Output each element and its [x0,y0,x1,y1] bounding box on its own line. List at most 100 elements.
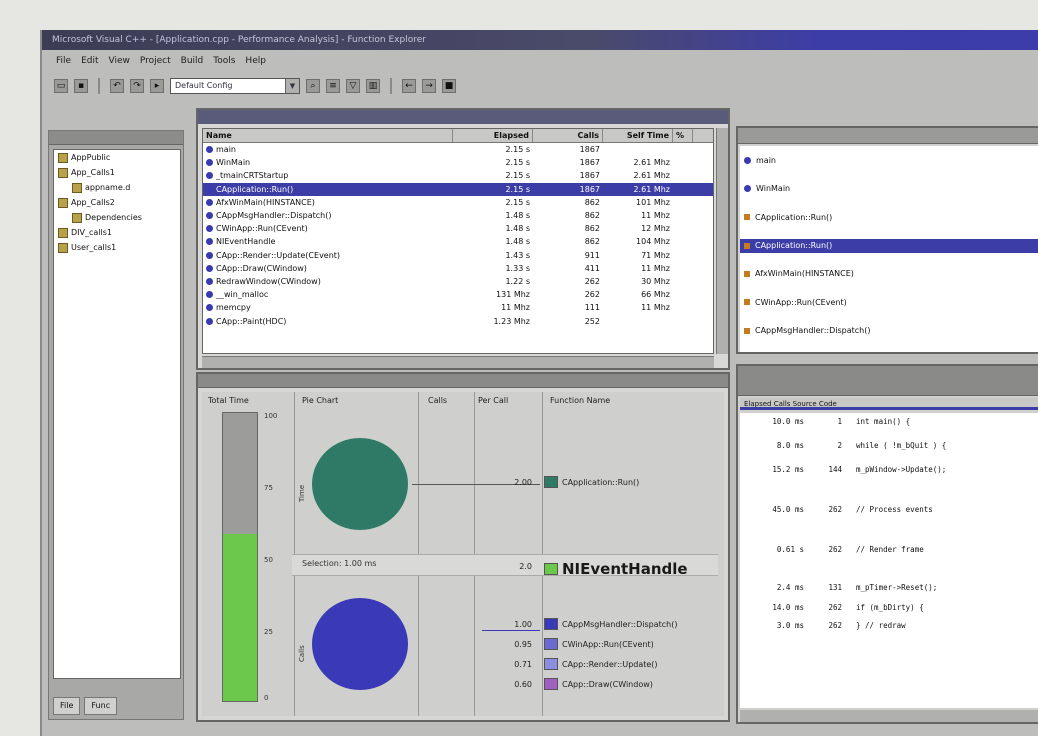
column-header-name[interactable]: Name [203,129,453,142]
table-row[interactable]: CApp::Render::Update(CEvent) 1.43 s 911 71 … [203,249,713,262]
function-icon [206,317,213,325]
column-header-elapsed[interactable]: Elapsed [453,129,533,142]
menu-build[interactable]: Build [181,56,204,66]
time-pie[interactable] [312,438,408,530]
line-elapsed: 10.0 ms [772,417,804,426]
legend-item[interactable]: CAppMsgHandler::Dispatch() [544,618,678,630]
save-icon[interactable]: ▪ [74,79,88,93]
legend-item[interactable]: CApplication::Run() [544,476,639,488]
function-name: CApp::Paint(HDC) [203,317,453,326]
horizontal-scrollbar[interactable] [740,710,1038,722]
find-icon[interactable]: ⌕ [306,79,320,93]
caller-item[interactable]: CWinApp::Run(CEvent) [740,288,1038,317]
source-line[interactable]: 3.0 ms 262 } // redraw [740,621,1038,630]
menu-file[interactable]: File [56,56,71,66]
tree-item[interactable]: DIV_calls1 [54,225,180,240]
caller-item[interactable]: WinMain [740,175,1038,204]
function-elapsed: 1.22 s [505,276,530,286]
redo-icon[interactable]: ↷ [130,79,144,93]
table-row[interactable]: memcpy 11 Mhz 111 11 Mhz [203,301,713,314]
chart-icon[interactable]: ▥ [366,79,380,93]
filter-icon[interactable]: ▽ [346,79,360,93]
menu-project[interactable]: Project [140,56,171,66]
source-line[interactable]: 0.61 s 262 // Render frame [740,545,1038,554]
legend-item[interactable]: CApp::Render::Update() [544,658,658,670]
tab-file[interactable]: File [53,697,81,715]
menu-view[interactable]: View [109,56,130,66]
caller-item[interactable]: CAppMsgHandler::Dispatch() [740,317,1038,346]
table-row[interactable]: AfxWinMain(HINSTANCE) 2.15 s 862 101 Mhz [203,196,713,209]
line-code: m_pWindow->Update(); [856,465,947,474]
horizontal-scrollbar[interactable] [202,356,714,368]
tree-item[interactable]: AppPublic [54,150,180,165]
toolbar-separator [390,78,392,94]
run-icon[interactable]: ▸ [150,79,164,93]
source-line[interactable]: 2.4 ms 131 m_pTimer->Reset(); [740,583,1038,592]
calls-pie[interactable] [312,598,408,690]
line-calls: 1 [837,417,842,426]
bottom-pie-label: Calls [298,645,306,662]
source-line[interactable]: 10.0 ms 1 int main() { [740,417,1038,426]
tab-func[interactable]: Func [84,697,118,715]
legend-value: 1.00 [514,620,532,629]
caller-item[interactable]: AfxWinMain(HINSTANCE) [740,260,1038,289]
table-row[interactable]: CWinApp::Run(CEvent) 1.48 s 862 12 Mhz [203,222,713,235]
function-table-header: Name Elapsed Calls Self Time % [203,129,713,143]
tree-item[interactable]: Dependencies [54,210,180,225]
table-row[interactable]: CApp::Paint(HDC) 1.23 Mhz 252 [203,314,713,327]
function-calls: 1867 [579,158,600,168]
function-self: 2.61 Mhz [633,184,670,194]
sort-icon[interactable]: ≡ [326,79,340,93]
source-line[interactable]: 45.0 ms 262 // Process events [740,505,1038,514]
column-header-pct[interactable]: % [673,129,693,142]
table-row[interactable]: CApp::Draw(CWindow) 1.33 s 411 11 Mhz [203,262,713,275]
caller-icon [744,270,750,277]
table-row[interactable]: _tmainCRTStartup 2.15 s 1867 2.61 Mhz [203,169,713,182]
vertical-scrollbar[interactable] [716,128,728,354]
config-combo[interactable]: Default Config ▼ [170,78,300,94]
stop-icon[interactable]: ■ [442,79,456,93]
tree-item[interactable]: appname.d [54,180,180,195]
legend-item[interactable]: CWinApp::Run(CEvent) [544,638,654,650]
table-row[interactable]: CApplication::Run() 2.15 s 1867 2.61 Mhz [203,182,713,196]
menu-help[interactable]: Help [245,56,266,66]
function-self: 11 Mhz [641,303,670,313]
chevron-down-icon[interactable]: ▼ [285,79,299,93]
legend-item[interactable]: CApp::Draw(CWindow) [544,678,653,690]
function-calls: 1867 [579,145,600,155]
line-calls: 262 [828,603,842,612]
table-row[interactable]: RedrawWindow(CWindow) 1.22 s 262 30 Mhz [203,275,713,288]
table-row[interactable]: CAppMsgHandler::Dispatch() 1.48 s 862 11 Mh… [203,209,713,222]
function-icon [206,212,213,220]
caller-item[interactable]: CApplication::Run() [740,203,1038,232]
line-code: int main() { [856,417,911,426]
forward-icon[interactable]: → [422,79,436,93]
caller-icon [744,299,750,306]
back-icon[interactable]: ← [402,79,416,93]
table-row[interactable]: WinMain 2.15 s 1867 2.61 Mhz [203,156,713,169]
caller-item[interactable]: CApplication::Run() [740,238,1038,253]
legend-item[interactable]: NIEventHandle [544,560,688,578]
undo-icon[interactable]: ↶ [110,79,124,93]
axis-tick: 100 [264,412,278,420]
function-elapsed: 131 Mhz [496,290,530,300]
caller-icon [744,327,750,334]
caller-item[interactable]: main [740,146,1038,175]
legend-label: CWinApp::Run(CEvent) [562,639,654,649]
open-icon[interactable]: ▭ [54,79,68,93]
tree-item[interactable]: User_calls1 [54,240,180,255]
column-header-calls[interactable]: Calls [533,129,603,142]
menu-tools[interactable]: Tools [213,56,235,66]
table-row[interactable]: __win_malloc 131 Mhz 262 66 Mhz [203,288,713,301]
table-row[interactable]: NIEventHandle 1.48 s 862 104 Mhz [203,235,713,248]
source-line[interactable]: 14.0 ms 262 if (m_bDirty) { [740,603,1038,612]
column-header-self[interactable]: Self Time [603,129,673,142]
source-line[interactable]: 8.0 ms 2 while ( !m_bQuit ) { [740,441,1038,450]
menu-edit[interactable]: Edit [81,56,98,66]
tree-item[interactable]: App_Calls1 [54,165,180,180]
caller-icon [744,185,751,193]
source-line[interactable]: 15.2 ms 144 m_pWindow->Update(); [740,465,1038,474]
table-row[interactable]: main 2.15 s 1867 [203,143,713,156]
legend-swatch [544,476,558,488]
tree-item[interactable]: App_Calls2 [54,195,180,210]
